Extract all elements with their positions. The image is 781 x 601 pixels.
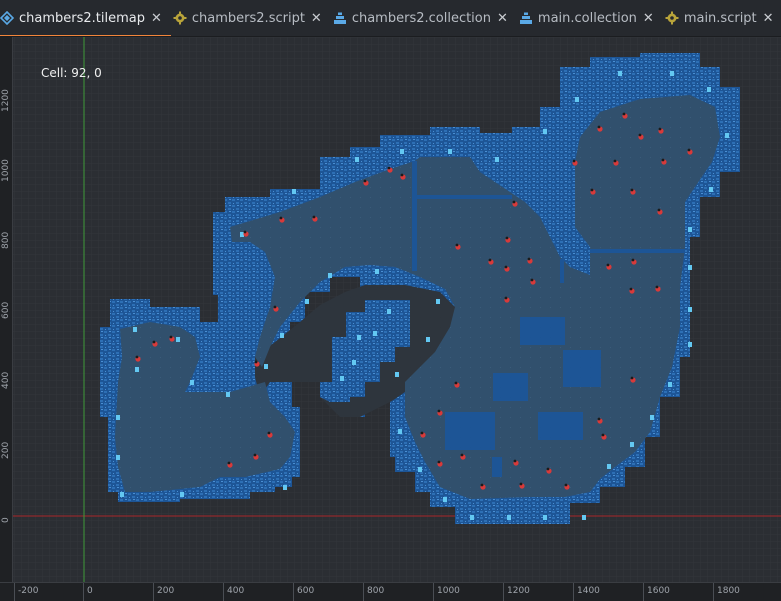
tab-chambers2-tilemap[interactable]: chambers2.tilemap ✕: [0, 0, 171, 36]
ruler-x-mark: [573, 583, 574, 601]
collection-icon: [519, 11, 533, 25]
ruler-x-tick: 200: [157, 586, 175, 596]
ruler-y-tick: 0: [1, 517, 11, 523]
ruler-x-mark: [433, 583, 434, 601]
ruler-x-tick: 1600: [647, 586, 670, 596]
ruler-x-mark: [293, 583, 294, 601]
tab-label: chambers2.script: [191, 10, 305, 26]
ruler-y-tick: 800: [1, 231, 11, 249]
ruler-x-tick: 1800: [717, 586, 740, 596]
vertical-ruler: 0 200 400 600 800 1000 1200: [0, 37, 13, 601]
tab-label: main.script: [683, 10, 757, 26]
ruler-x-mark: [153, 583, 154, 601]
ruler-x-tick: 800: [367, 586, 385, 596]
tab-main-collection[interactable]: main.collection ✕: [517, 0, 663, 36]
close-tab-icon[interactable]: ✕: [643, 11, 654, 26]
ruler-x-mark: [503, 583, 504, 601]
ruler-x-tick: 1000: [437, 586, 460, 596]
close-tab-icon[interactable]: ✕: [311, 11, 322, 26]
editor-tab-bar: chambers2.tilemap ✕ chambers2.script ✕ chamb…: [0, 0, 781, 37]
close-tab-icon[interactable]: ✕: [497, 11, 508, 26]
ruler-x-mark: [83, 583, 84, 601]
ruler-x-mark: [14, 583, 15, 601]
ruler-x-tick: 600: [297, 586, 315, 596]
tilemap-canvas[interactable]: [0, 37, 781, 601]
tab-label: chambers2.tilemap: [19, 10, 145, 26]
ruler-x-mark: [643, 583, 644, 601]
horizontal-ruler: -200 0 200 400 600 800 1000 1200 1400 1600 1800: [0, 582, 781, 601]
script-gear-icon: [173, 11, 187, 25]
ruler-x-tick: 0: [87, 586, 93, 596]
ruler-x-mark: [713, 583, 714, 601]
ruler-y-tick: 200: [1, 441, 11, 459]
ruler-x-tick: -200: [18, 586, 39, 596]
collection-icon: [333, 11, 347, 25]
tab-chambers2-script[interactable]: chambers2.script ✕: [171, 0, 331, 36]
tilemap-viewport[interactable]: Cell: 92, 0 0 200 400 600 800 1000 1200 -200 0 2…: [0, 37, 781, 601]
tab-label: chambers2.collection: [351, 10, 491, 26]
tab-label: main.collection: [537, 10, 637, 26]
cell-coordinate-readout: Cell: 92, 0: [41, 66, 102, 80]
ruler-y-tick: 600: [1, 301, 11, 319]
ruler-x-tick: 1400: [577, 586, 600, 596]
ruler-y-tick: 1200: [1, 89, 11, 112]
ruler-x-mark: [363, 583, 364, 601]
ruler-y-tick: 1000: [1, 159, 11, 182]
tilemap-icon: [0, 10, 15, 26]
ruler-x-mark: [223, 583, 224, 601]
close-tab-icon[interactable]: ✕: [151, 11, 162, 26]
ruler-x-tick: 400: [227, 586, 245, 596]
close-tab-icon[interactable]: ✕: [763, 11, 774, 26]
tab-chambers2-collection[interactable]: chambers2.collection ✕: [331, 0, 517, 36]
ruler-y-tick: 400: [1, 371, 11, 389]
script-gear-icon: [665, 11, 679, 25]
tab-main-script[interactable]: main.script ✕: [663, 0, 781, 36]
ruler-x-tick: 1200: [507, 586, 530, 596]
